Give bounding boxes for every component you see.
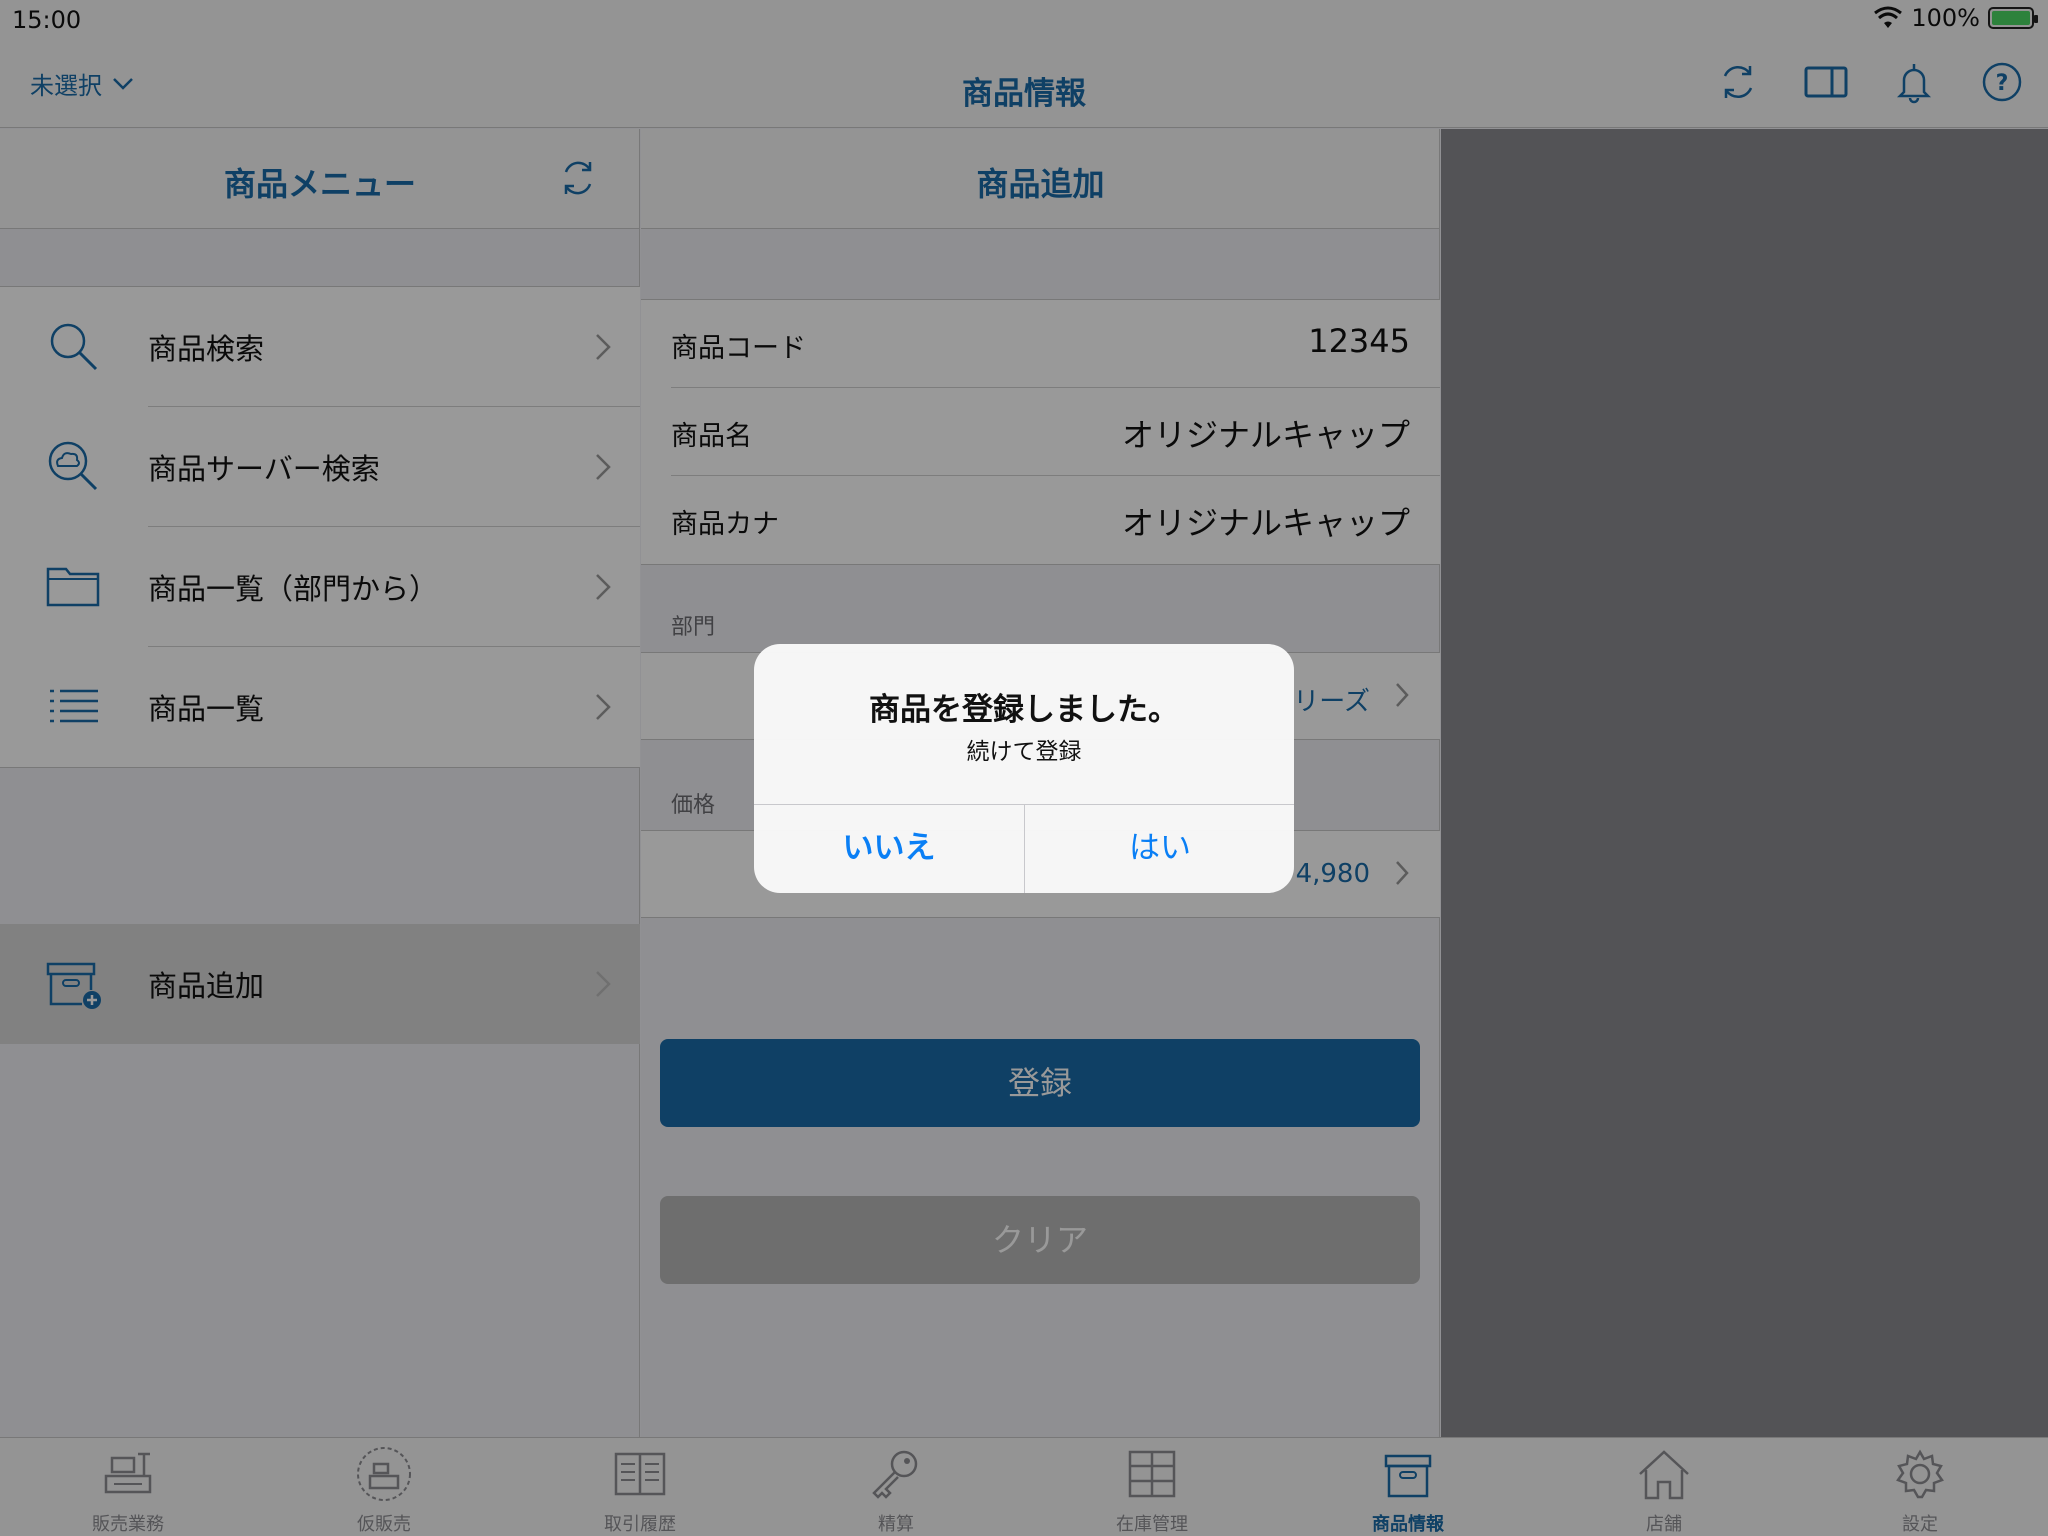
alert-title: 商品を登録しました。 [869, 692, 1179, 728]
alert-dialog: 商品を登録しました。 続けて登録 いいえ はい [754, 644, 1294, 893]
alert-message: 続けて登録 [966, 739, 1082, 765]
alert-no-button[interactable]: いいえ [754, 804, 1024, 893]
alert-yes-button[interactable]: はい [1025, 804, 1294, 893]
